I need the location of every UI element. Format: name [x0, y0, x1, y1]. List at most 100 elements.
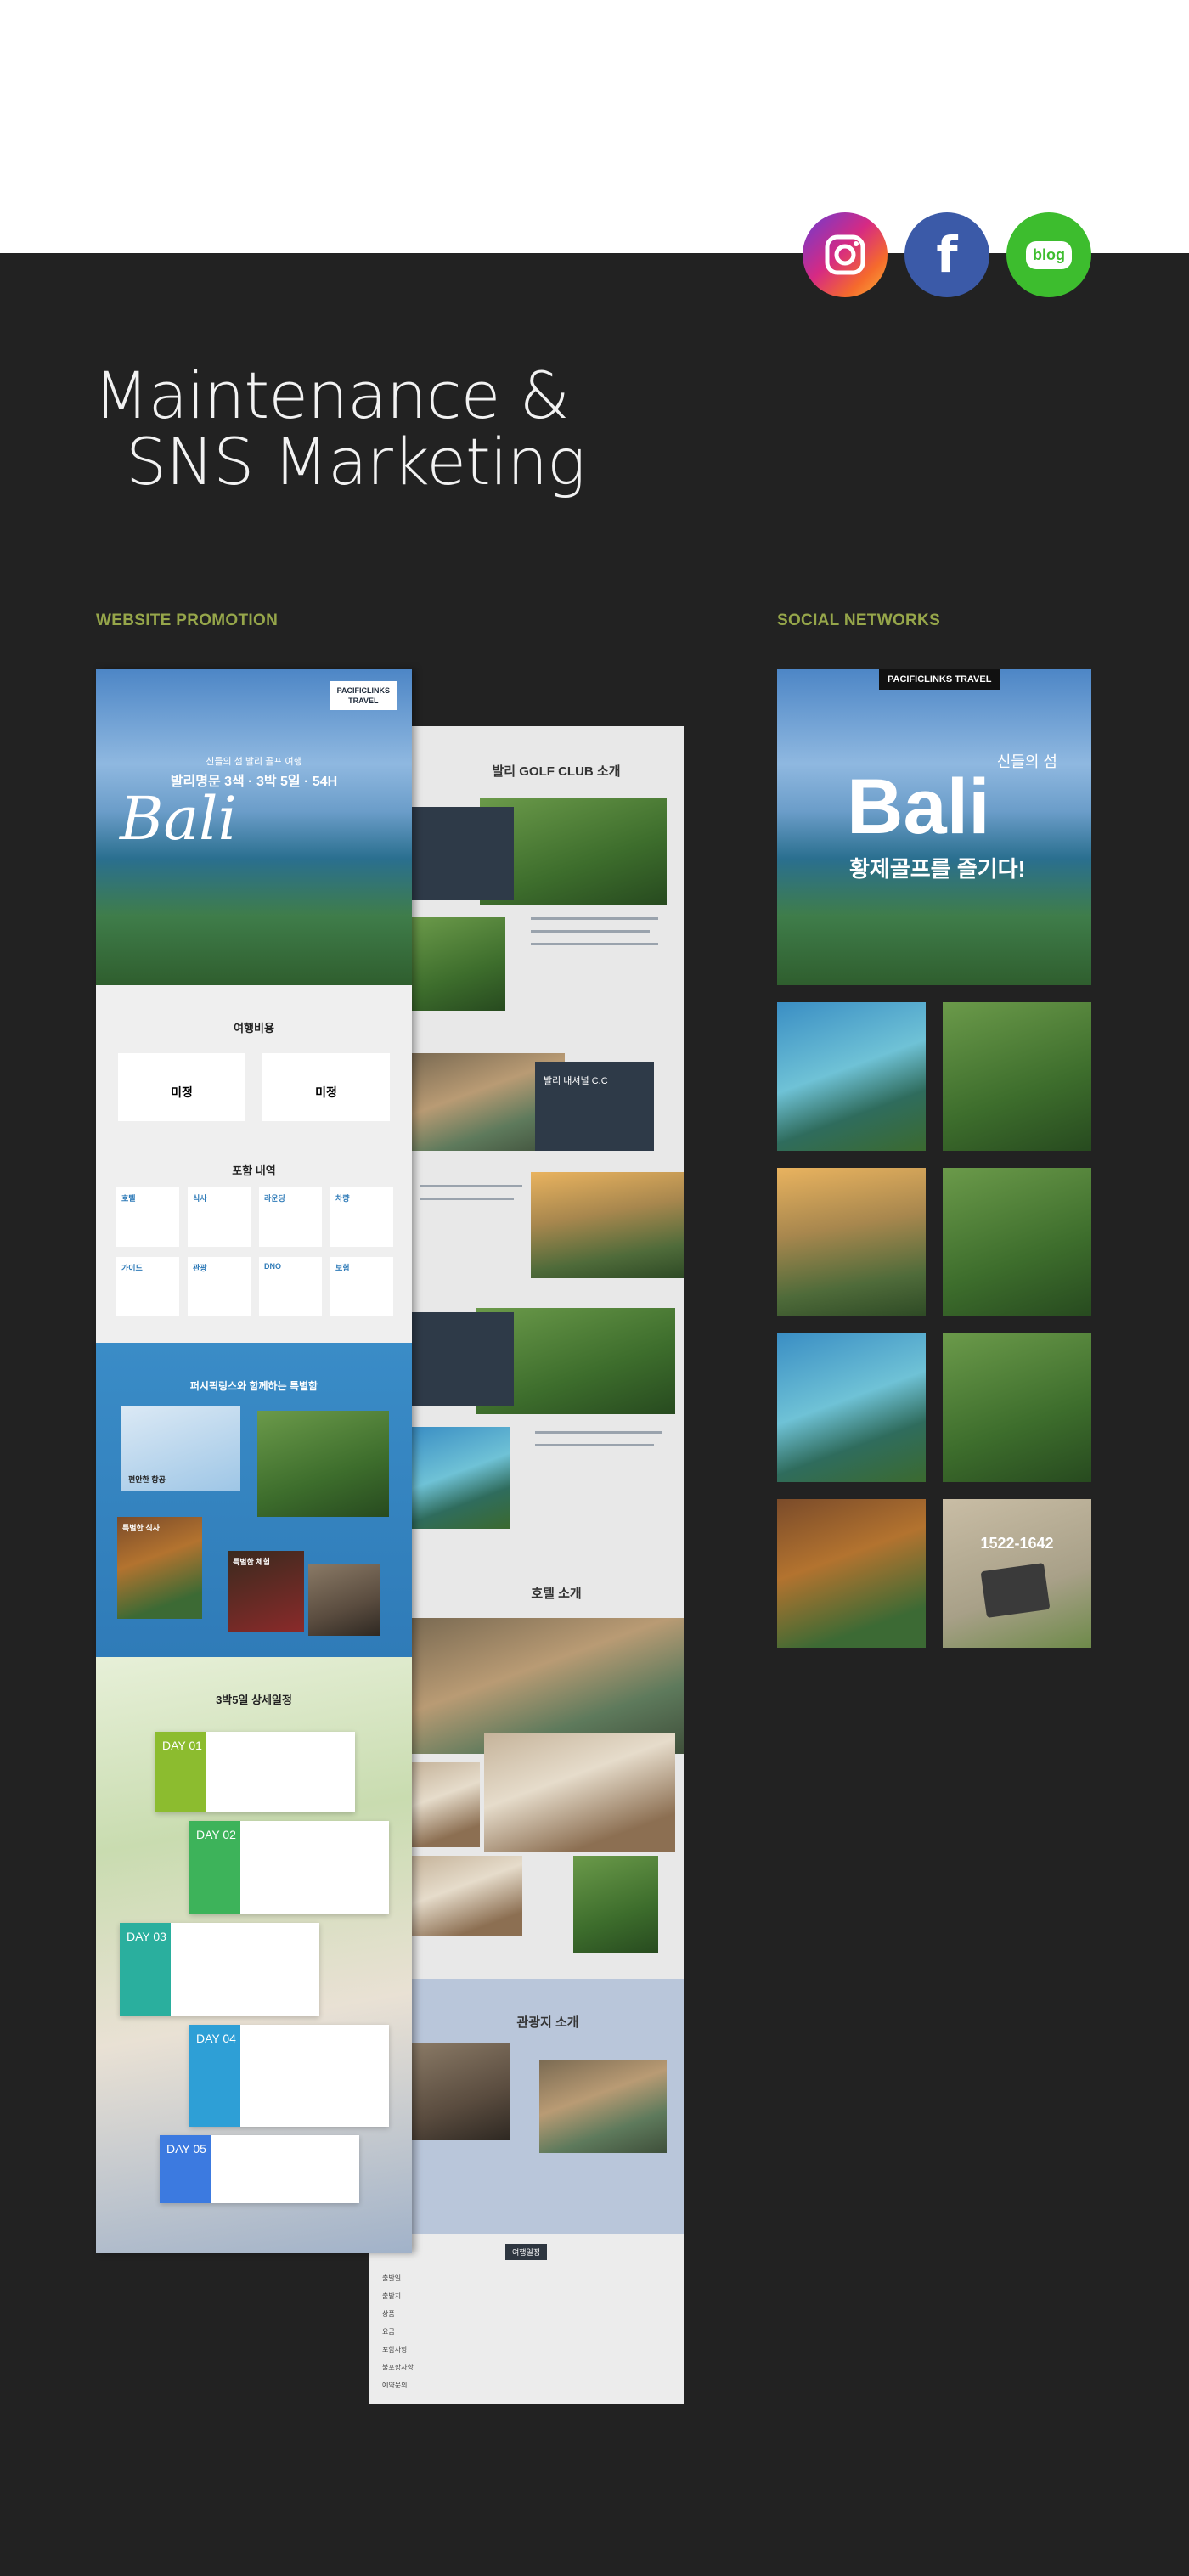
- social-tag: PACIFICLINKS TRAVEL: [879, 669, 1000, 690]
- golf-photo-3: [531, 1172, 684, 1278]
- include-item: 라운딩: [259, 1187, 322, 1247]
- include-item-label: 호텔: [121, 1194, 136, 1203]
- cost-value-2: 미정: [315, 1085, 337, 1099]
- golf-course-photo: [257, 1411, 389, 1517]
- instagram-icon[interactable]: [803, 212, 888, 297]
- cost-value-1: 미정: [171, 1085, 193, 1099]
- airplane-photo: 편안한 항공: [121, 1406, 240, 1491]
- include-item: 보험: [330, 1257, 393, 1316]
- club2-name: 발리 내셔널 C.C: [544, 1076, 608, 1086]
- special-section: 퍼시픽링스와 함께하는 특별함 편안한 항공 특별한 식사 특별한 체험: [96, 1343, 412, 1657]
- cost-card-1: 미정: [118, 1053, 245, 1121]
- brand-badge: PACIFICLINKS TRAVEL: [330, 681, 397, 710]
- hotel-villa-photo: [573, 1856, 658, 1953]
- meal-photo: 특별한 식사: [117, 1517, 202, 1619]
- social-phone: 1522-1642: [980, 1535, 1054, 1552]
- cost-title: 여행비용: [234, 1022, 274, 1034]
- include-item-label: 라운딩: [264, 1194, 285, 1203]
- social-tagline: 황제골프를 즐기다!: [849, 856, 1026, 882]
- info-row: 예약문의: [382, 2382, 408, 2389]
- social-post-1[interactable]: [777, 1002, 926, 1151]
- page-title-line1: Maintenance &: [93, 358, 570, 433]
- text-line: [531, 917, 658, 920]
- social-main-title: Bali: [847, 764, 990, 850]
- monkey-photo: [308, 1564, 380, 1636]
- top-white-band: [0, 0, 1189, 253]
- day-tag-1: DAY 01: [155, 1732, 206, 1812]
- brand-line1: PACIFICLINKS: [336, 686, 390, 695]
- social-post-2[interactable]: [943, 1002, 1091, 1151]
- brand-line2: TRAVEL: [348, 696, 379, 705]
- day-card-5: DAY 05: [160, 2135, 359, 2203]
- hotel-title: 호텔 소개: [531, 1587, 582, 1601]
- golf-club-title: 발리 GOLF CLUB 소개: [492, 764, 621, 779]
- day-tag-4: DAY 04: [189, 2025, 240, 2127]
- tour-monkey-photo: [412, 2043, 510, 2140]
- include-item-label: 차량: [335, 1194, 350, 1203]
- schedule-title: 3박5일 상세일정: [216, 1694, 292, 1706]
- golf-photo-5: [412, 1427, 510, 1529]
- website-page-detail: 발리 GOLF CLUB 소개 발리 내셔널 C.C 호텔 소개 관광지 소개 …: [369, 726, 684, 2404]
- hero-image: PACIFICLINKS TRAVEL 신들의 섬 발리 골프 여행 발리명문 …: [96, 669, 412, 985]
- text-line: [535, 1444, 654, 1446]
- social-networks-label: SOCIAL NETWORKS: [777, 612, 941, 629]
- day-tag-3: DAY 03: [120, 1923, 171, 2016]
- tour-section-bg: 관광지 소개: [412, 1979, 684, 2234]
- cost-section: 여행비용 미정 미정: [96, 985, 412, 1162]
- day-card-2: DAY 02: [189, 1821, 389, 1914]
- special-title: 퍼시픽링스와 함께하는 특별함: [189, 1380, 318, 1392]
- include-item-label: 관광: [193, 1264, 207, 1272]
- info-row: 출발지: [382, 2292, 402, 2300]
- page-title-line2: SNS Marketing: [126, 424, 586, 499]
- include-item: 관광: [188, 1257, 251, 1316]
- hotel-room-photo-2: [484, 1733, 675, 1852]
- day-card-1: DAY 01: [155, 1732, 355, 1812]
- social-post-4[interactable]: [943, 1168, 1091, 1316]
- cost-card-2: 미정: [262, 1053, 390, 1121]
- trip-info-table: 여행일정 출발일 출발지 상품 요금 포함사항 불포함사항 예약문의: [369, 2234, 684, 2404]
- club-info-box-3: [412, 1312, 514, 1406]
- include-item: 호텔: [116, 1187, 179, 1247]
- hotel-room-photo-1: [412, 1762, 480, 1847]
- info-row: 상품: [382, 2310, 395, 2318]
- facebook-glyph: f: [936, 226, 958, 284]
- website-page-main: PACIFICLINKS TRAVEL 신들의 섬 발리 골프 여행 발리명문 …: [96, 669, 412, 2253]
- trip-info-rows: 출발일 출발지 상품 요금 포함사항 불포함사항 예약문의: [382, 2269, 414, 2394]
- trip-info-button[interactable]: 여행일정: [505, 2244, 548, 2260]
- social-post-5[interactable]: [777, 1333, 926, 1482]
- blog-icon[interactable]: blog: [1006, 212, 1091, 297]
- include-item: 가이드: [116, 1257, 179, 1316]
- day-card-3: DAY 03: [120, 1923, 319, 2016]
- info-row: 불포함사항: [382, 2364, 414, 2371]
- include-item-label: 보험: [335, 1264, 350, 1272]
- social-post-8[interactable]: 1522-1642: [943, 1499, 1091, 1648]
- day-tag-5: DAY 05: [160, 2135, 211, 2203]
- social-post-3[interactable]: [777, 1168, 926, 1316]
- text-line: [531, 943, 658, 945]
- business-card-image: [980, 1563, 1051, 1618]
- golf-photo-2: [412, 917, 505, 1011]
- day-card-4: DAY 04: [189, 2025, 389, 2127]
- special-item-2: 특별한 식사: [122, 1524, 160, 1532]
- social-hero-post[interactable]: PACIFICLINKS TRAVEL 신들의 섬 Bali 황제골프를 즐기다…: [777, 669, 1091, 985]
- include-item: 차량: [330, 1187, 393, 1247]
- text-line: [420, 1185, 522, 1187]
- hotel-room-photo-3: [412, 1856, 522, 1936]
- text-line: [420, 1198, 514, 1200]
- schedule-section: 3박5일 상세일정 DAY 01 DAY 02 DAY 03 DAY 04 DA…: [96, 1657, 412, 2253]
- facebook-icon[interactable]: f: [904, 212, 989, 297]
- club-info-box-2: 발리 내셔널 C.C: [535, 1062, 654, 1151]
- social-post-6[interactable]: [943, 1333, 1091, 1482]
- hero-subtitle: 신들의 섬 발리 골프 여행: [206, 757, 302, 767]
- info-row: 출발일: [382, 2274, 402, 2282]
- hero-script-title: Bali: [120, 784, 237, 854]
- social-subtitle: 신들의 섬: [996, 753, 1057, 770]
- social-post-7[interactable]: [777, 1499, 926, 1648]
- info-row: 요금: [382, 2328, 395, 2336]
- experience-photo: 특별한 체험: [228, 1551, 304, 1632]
- include-item-label: DNO: [264, 1262, 281, 1271]
- tour-temple-photo: [539, 2060, 667, 2153]
- text-line: [531, 930, 650, 933]
- special-item-1: 편안한 항공: [128, 1475, 166, 1484]
- include-item-label: 식사: [193, 1194, 207, 1203]
